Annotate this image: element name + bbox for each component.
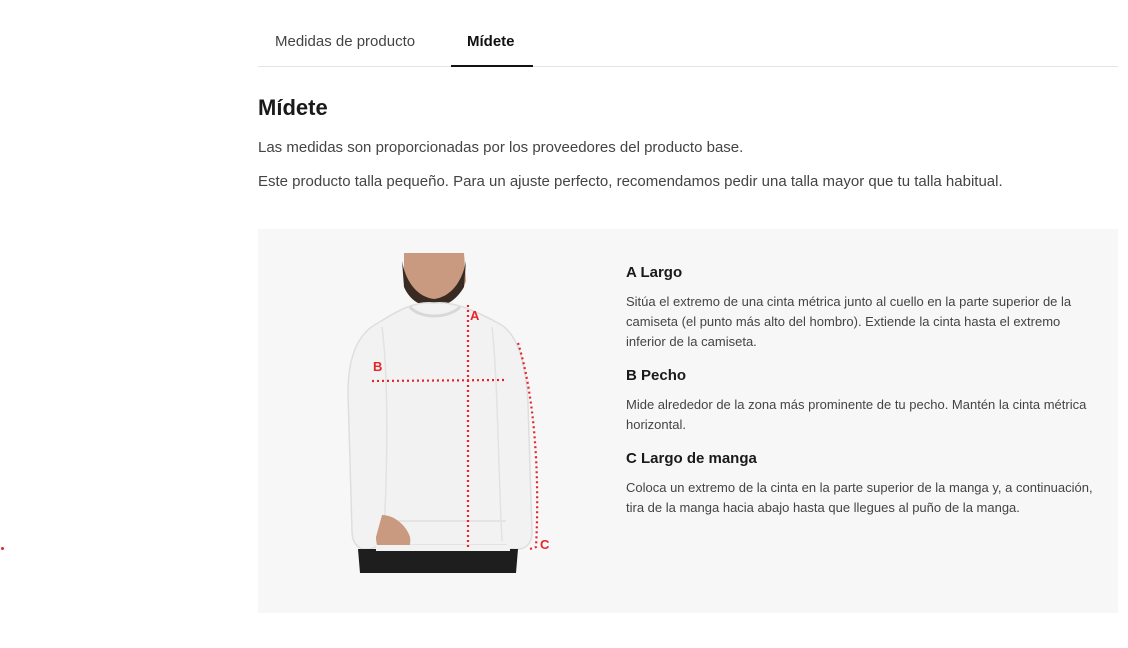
tab-product-measurements[interactable]: Medidas de producto [258, 0, 451, 66]
measurement-title: C Largo de manga [626, 450, 757, 467]
tab-measure-yourself[interactable]: Mídete [451, 0, 533, 67]
tab-bar: Medidas de producto Mídete [258, 0, 1118, 67]
measurement-text: Sitúa el extremo de una cinta métrica ju… [626, 294, 1072, 349]
marker-b: B [373, 359, 382, 374]
measurement-text: Coloca un extremo de la cinta en la part… [626, 480, 1093, 515]
fit-note-paragraph: Este producto talla pequeño. Para un aju… [258, 173, 1003, 190]
measurement-length: A Largo Sitúa el extremo de una cinta mé… [626, 263, 1096, 352]
measurement-sleeve-length: C Largo de manga Coloca un extremo de la… [626, 449, 1096, 518]
measurement-title: A Largo [626, 264, 683, 281]
page-title: Mídete [258, 95, 328, 120]
page: Medidas de producto Mídete Mídete Las me… [0, 0, 1128, 648]
marker-c: C [540, 537, 550, 552]
measurement-chest: B Pecho Mide alrededor de la zona más pr… [626, 366, 1096, 435]
marker-a: A [470, 308, 480, 323]
measurement-text: Mide alrededor de la zona más prominente… [626, 397, 1087, 432]
measurement-guide-panel: A B C A Largo Sitúa el extremo de una ci… [258, 229, 1118, 613]
measurement-descriptions: A Largo Sitúa el extremo de una cinta mé… [626, 263, 1096, 532]
info-paragraph: Las medidas son proporcionadas por los p… [258, 139, 744, 156]
measurement-title: B Pecho [626, 367, 687, 384]
size-guide-content: Medidas de producto Mídete Mídete Las me… [258, 0, 1118, 613]
sweatshirt-measurement-image: A B C [347, 253, 550, 573]
decorative-dot [1, 547, 4, 550]
